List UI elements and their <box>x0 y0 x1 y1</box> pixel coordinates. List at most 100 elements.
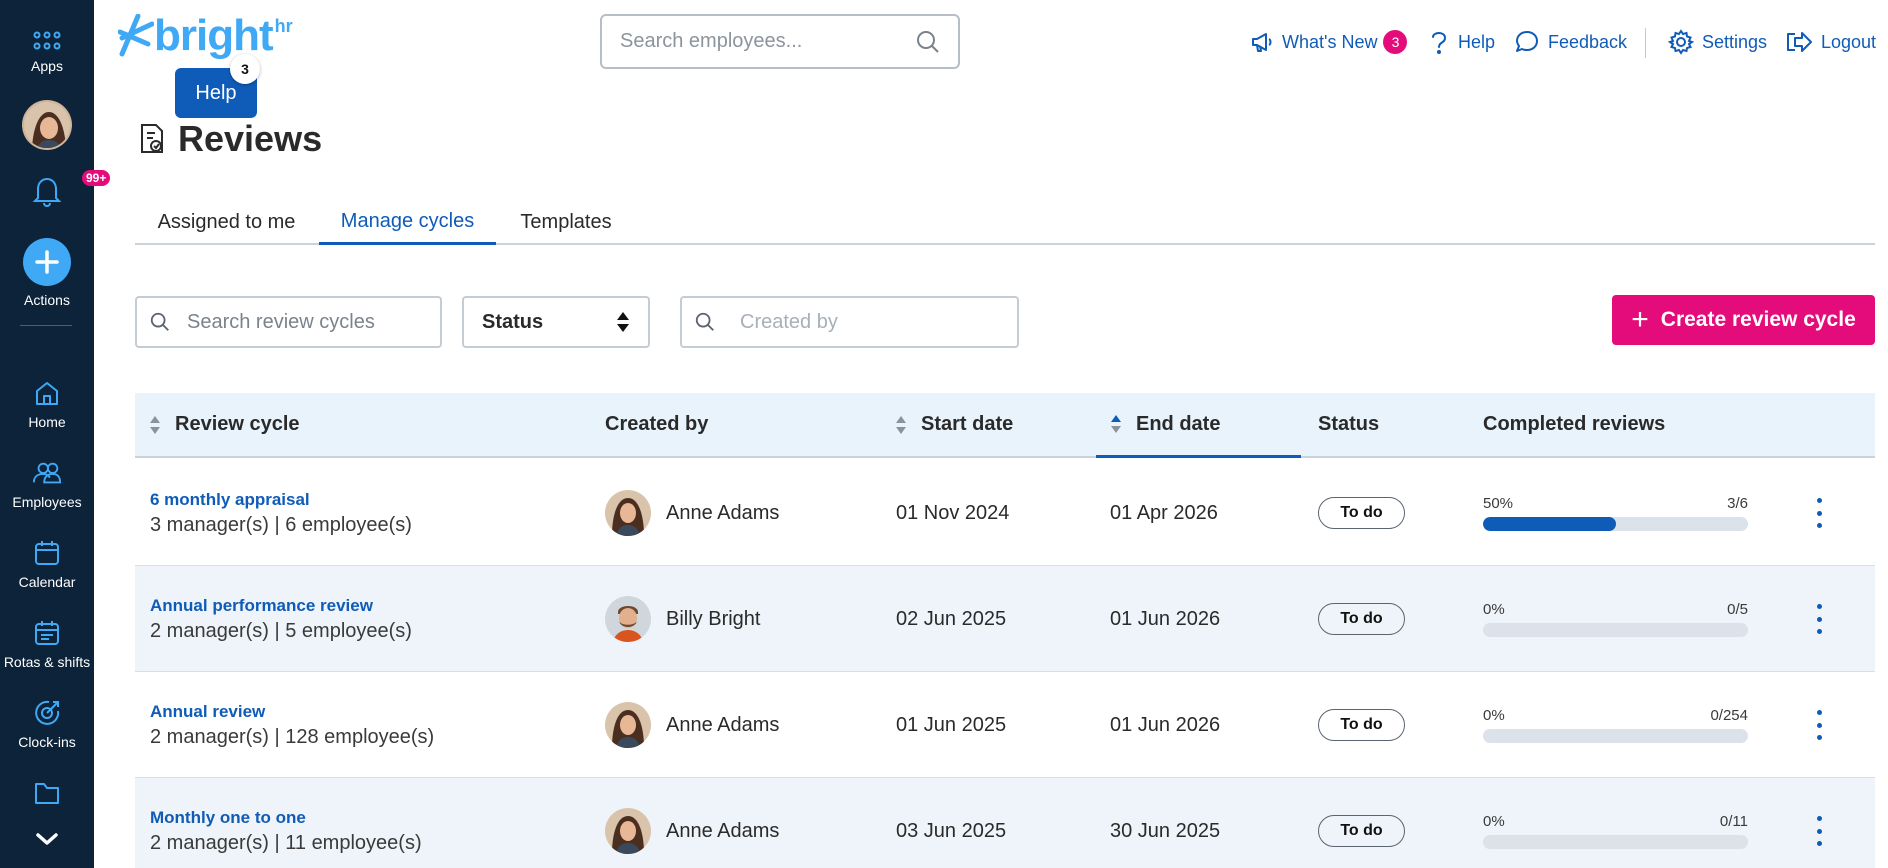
settings-link[interactable]: Settings <box>1668 28 1767 56</box>
sort-icon <box>149 414 161 436</box>
help-count-badge: 3 <box>230 54 260 84</box>
column-label: Review cycle <box>175 413 300 435</box>
completed-reviews-cell: 50% 3/6 <box>1483 460 1748 566</box>
review-cycle-link[interactable]: Annual performance review <box>150 596 412 616</box>
review-cycle-participants: 2 manager(s) | 5 employee(s) <box>150 619 412 642</box>
start-date-cell: 01 Nov 2024 <box>896 460 1009 566</box>
end-date: 01 Jun 2026 <box>1110 607 1221 630</box>
whats-new-link[interactable]: What's New 3 <box>1250 28 1408 56</box>
progress-count: 3/6 <box>1727 495 1748 512</box>
progress-fill <box>1483 517 1616 531</box>
progress-bar <box>1483 517 1748 531</box>
table-header: Review cycle Created by Start date End d… <box>135 393 1875 458</box>
status-cell: To do <box>1318 672 1405 778</box>
end-date: 01 Apr 2026 <box>1110 501 1218 524</box>
avatar <box>605 702 651 748</box>
progress-count: 0/5 <box>1727 601 1748 618</box>
search-icon <box>695 312 714 331</box>
employee-search[interactable] <box>600 14 960 69</box>
row-menu-button[interactable] <box>1814 816 1824 846</box>
settings-label: Settings <box>1702 31 1768 52</box>
row-menu-button[interactable] <box>1814 604 1824 634</box>
help-link[interactable]: Help <box>1428 28 1495 56</box>
review-cycle-search[interactable] <box>135 296 442 348</box>
kebab-dot <box>1816 735 1822 740</box>
review-cycle-cell: Annual review 2 manager(s) | 128 employe… <box>150 672 434 778</box>
sidebar-item-home[interactable]: Home <box>0 378 94 430</box>
sidebar-item-rotas[interactable]: Rotas & shifts <box>0 618 94 670</box>
whats-new-badge: 3 <box>1383 30 1408 54</box>
progress-count: 0/254 <box>1710 707 1748 724</box>
sort-icon <box>895 414 907 436</box>
question-icon <box>1432 32 1447 54</box>
progress-bar <box>1483 623 1748 637</box>
sidebar-item-label: Calendar <box>18 574 76 590</box>
sidebar-item-clock-ins[interactable]: Clock-ins <box>0 698 94 750</box>
review-cycle-search-input[interactable] <box>187 310 417 334</box>
review-cycle-cell: Monthly one to one 2 manager(s) | 11 emp… <box>150 778 422 868</box>
start-date: 01 Nov 2024 <box>896 501 1010 524</box>
status-badge: To do <box>1318 603 1405 635</box>
logout-link[interactable]: Logout <box>1785 28 1876 56</box>
search-icon <box>150 312 169 331</box>
creator-name: Anne Adams <box>666 819 780 842</box>
plus-icon <box>23 238 71 286</box>
create-review-cycle-button[interactable]: + Create review cycle <box>1612 295 1875 345</box>
status-select[interactable]: Status <box>462 296 650 348</box>
review-cycle-link[interactable]: Monthly one to one <box>150 808 422 828</box>
logo-suffix: hr <box>274 16 293 36</box>
sidebar-item-employees[interactable]: Employees <box>0 458 94 510</box>
kebab-dot <box>1816 629 1822 634</box>
creator-name: Billy Bright <box>666 607 761 630</box>
row-menu-button[interactable] <box>1814 710 1824 740</box>
tab-assigned-to-me[interactable]: Assigned to me <box>135 200 318 245</box>
completed-reviews-cell: 0% 0/5 <box>1483 566 1748 672</box>
created-by-input[interactable] <box>740 310 1010 334</box>
progress-percent: 50% <box>1483 495 1514 512</box>
review-cycle-participants: 2 manager(s) | 11 employee(s) <box>150 831 422 854</box>
chevron-down-icon <box>32 824 62 854</box>
logo-text: bright <box>154 11 274 60</box>
sidebar-item-documents[interactable] <box>0 778 94 808</box>
row-menu-button[interactable] <box>1814 498 1824 528</box>
tab-templates[interactable]: Templates <box>498 200 634 245</box>
feedback-link[interactable]: Feedback <box>1514 28 1627 56</box>
actions-button[interactable]: Actions <box>0 238 94 308</box>
notifications-button[interactable]: 99+ <box>0 170 111 207</box>
brighthr-logo[interactable]: bright hr <box>118 14 293 58</box>
apps-button[interactable]: Apps <box>0 26 94 74</box>
review-cycle-link[interactable]: 6 monthly appraisal <box>150 490 412 510</box>
notifications-badge: 99+ <box>82 170 111 186</box>
table-row: Monthly one to one 2 manager(s) | 11 emp… <box>135 778 1875 868</box>
sidebar-more-button[interactable] <box>0 824 94 854</box>
table-row: Annual review 2 manager(s) | 128 employe… <box>135 672 1875 778</box>
kebab-dot <box>1816 816 1822 821</box>
review-cycle-link[interactable]: Annual review <box>150 702 434 722</box>
employee-search-input[interactable] <box>620 30 910 53</box>
start-date-cell: 03 Jun 2025 <box>896 778 1006 868</box>
column-start-date[interactable]: Start date <box>895 393 1013 456</box>
end-date: 01 Jun 2026 <box>1110 713 1221 736</box>
avatar <box>22 100 72 150</box>
people-icon <box>32 458 62 488</box>
completed-reviews-cell: 0% 0/254 <box>1483 672 1748 778</box>
review-cycle-cell: 6 monthly appraisal 3 manager(s) | 6 emp… <box>150 460 412 566</box>
status-cell: To do <box>1318 778 1405 868</box>
profile-avatar[interactable] <box>0 100 94 150</box>
sidebar-item-calendar[interactable]: Calendar <box>0 538 94 590</box>
created-by-filter[interactable] <box>680 296 1019 348</box>
column-review-cycle[interactable]: Review cycle <box>149 393 300 456</box>
kebab-dot <box>1816 841 1822 846</box>
tab-manage-cycles[interactable]: Manage cycles <box>319 200 496 245</box>
status-select-label: Status <box>482 310 544 333</box>
kebab-dot <box>1816 604 1822 609</box>
sidebar-item-label: Home <box>28 414 66 430</box>
start-date-cell: 02 Jun 2025 <box>896 566 1006 672</box>
kebab-dot <box>1816 523 1822 528</box>
column-label: Start date <box>921 413 1014 435</box>
start-date: 02 Jun 2025 <box>896 607 1007 630</box>
logout-label: Logout <box>1821 31 1877 52</box>
avatar <box>605 808 651 854</box>
column-end-date[interactable]: End date <box>1096 393 1301 458</box>
progress-labels: 0% 0/5 <box>1483 601 1748 618</box>
